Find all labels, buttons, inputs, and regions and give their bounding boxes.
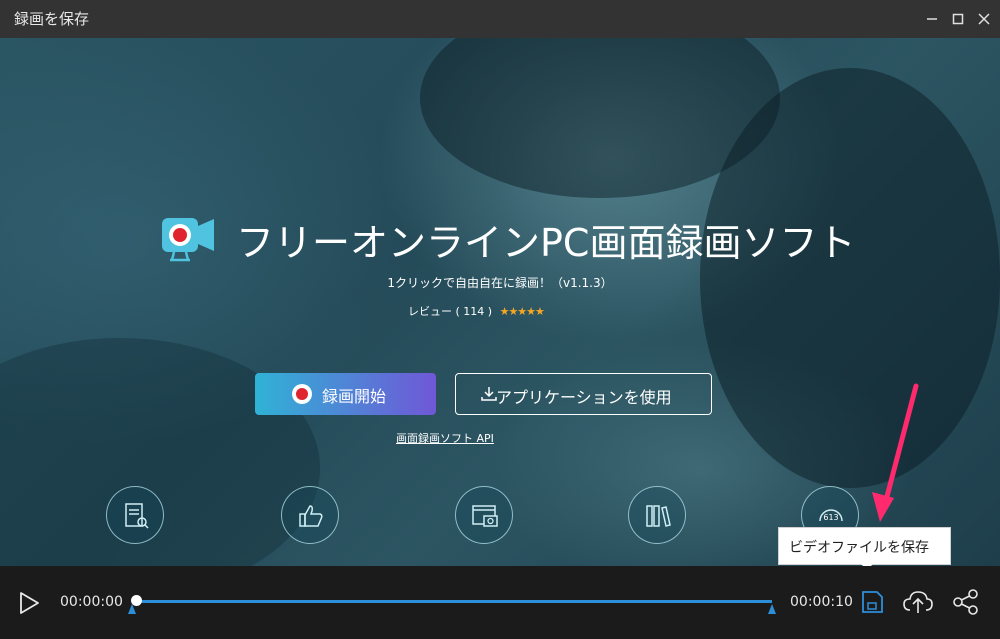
review-summary: レビュー ( 114 ) ★★★★★ bbox=[408, 303, 545, 319]
minimize-icon[interactable] bbox=[921, 8, 943, 30]
title-bar: 録画を保存 bbox=[0, 0, 1000, 38]
thumbs-up-icon bbox=[281, 486, 339, 544]
counter-value: 613 bbox=[823, 513, 838, 522]
tooltip: ビデオファイルを保存 bbox=[778, 527, 951, 570]
brand-header: フリーオンラインPC画面録画ソフト bbox=[160, 210, 860, 265]
current-time: 00:00:00 bbox=[60, 594, 123, 610]
use-application-button[interactable]: アプリケーションを使用 bbox=[455, 373, 712, 415]
play-icon[interactable] bbox=[16, 590, 42, 616]
use-application-label: アプリケーションを使用 bbox=[496, 388, 672, 407]
brand-title: フリーオンラインPC画面録画ソフト bbox=[236, 221, 856, 265]
window-title: 録画を保存 bbox=[14, 10, 90, 28]
browser-camera-icon bbox=[455, 486, 513, 544]
close-icon[interactable] bbox=[973, 8, 995, 30]
cloud-upload-icon[interactable] bbox=[902, 588, 934, 616]
timeline-track[interactable] bbox=[135, 600, 772, 603]
start-recording-label: 録画開始 bbox=[322, 387, 387, 406]
record-dot-icon bbox=[292, 384, 312, 404]
trim-end-handle[interactable] bbox=[768, 604, 776, 614]
annotation-arrow-icon bbox=[872, 383, 919, 522]
playback-controls: 00:00:00 00:00:10 bbox=[0, 566, 1000, 639]
rating-stars: ★★★★★ bbox=[499, 305, 545, 318]
screen-recorder-logo-icon bbox=[162, 218, 214, 262]
document-search-icon bbox=[106, 486, 164, 544]
save-recording-window: 録画を保存 フリーオンラインPC画面録画ソフト 1クリックで自由自在に録画！（v… bbox=[0, 0, 1000, 639]
books-icon bbox=[628, 486, 686, 544]
save-video-icon[interactable] bbox=[858, 588, 886, 616]
version-subtitle: 1クリックで自由自在に録画！（v1.1.3） bbox=[387, 276, 613, 290]
maximize-icon[interactable] bbox=[947, 8, 969, 30]
review-label: レビュー bbox=[408, 305, 452, 318]
review-count: ( 114 ) bbox=[455, 305, 493, 318]
video-preview: フリーオンラインPC画面録画ソフト 1クリックで自由自在に録画！（v1.1.3）… bbox=[0, 38, 1000, 566]
share-icon[interactable] bbox=[952, 588, 980, 616]
api-link[interactable]: 画面録画ソフト API bbox=[396, 430, 494, 446]
start-recording-button[interactable]: 録画開始 bbox=[255, 373, 436, 415]
total-time: 00:00:10 bbox=[790, 594, 853, 610]
playhead-handle[interactable] bbox=[131, 595, 142, 606]
